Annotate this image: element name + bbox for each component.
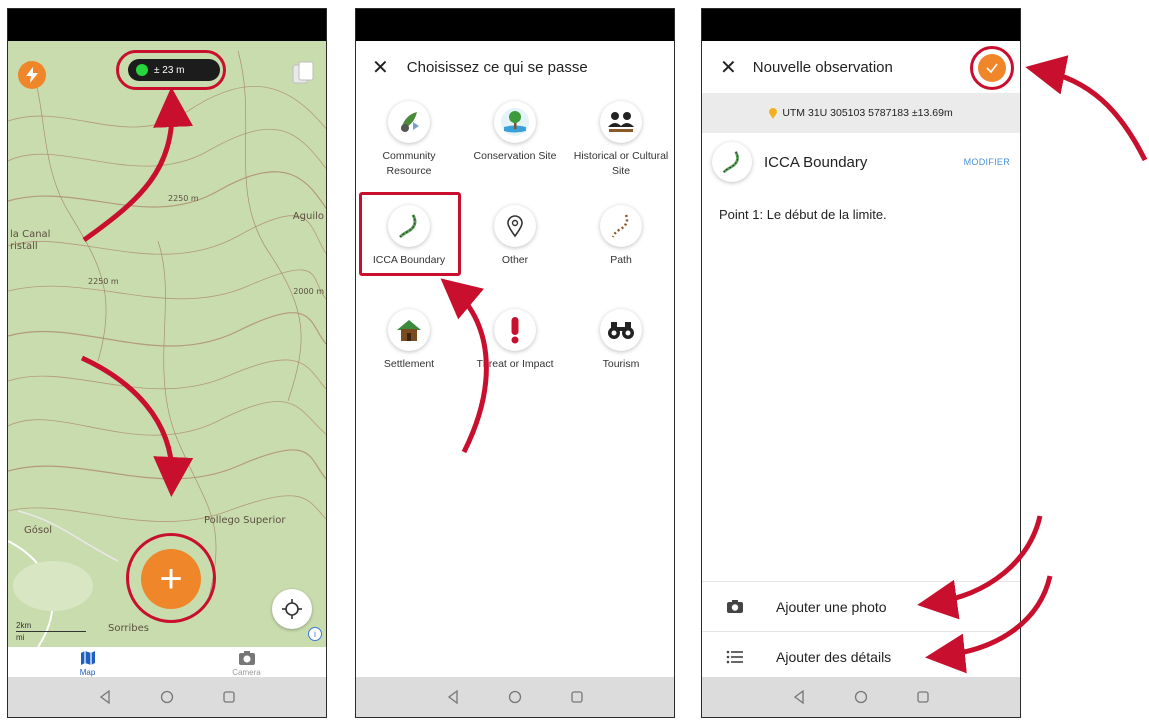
highlight-box-icca (359, 192, 461, 276)
category-label: Path (610, 254, 632, 266)
community-resource-icon (388, 101, 430, 143)
category-settlement[interactable]: Settlement (356, 305, 462, 409)
tutorial-stage: la Canal ristall Aguilo 2250 m 2250 m 20… (0, 0, 1149, 720)
tab-map[interactable]: Map (8, 647, 167, 679)
layers-icon (292, 61, 314, 84)
category-path[interactable]: Path (568, 201, 674, 305)
conservation-site-icon (494, 101, 536, 143)
picker-title: Choisissez ce qui se passe (406, 58, 588, 76)
status-bar (702, 9, 1020, 41)
category-other[interactable]: Other (462, 201, 568, 305)
status-bar (356, 9, 674, 41)
home-icon[interactable] (160, 690, 174, 704)
lightning-icon (26, 67, 38, 83)
system-nav-bar (356, 677, 674, 717)
map-label-contour: 2000 m (293, 287, 324, 296)
coordinates-bar: UTM 31U 305103 5787183 ±13.69m (702, 93, 1020, 133)
system-nav-bar (702, 677, 1020, 717)
picker-header: ✕ Choisissez ce qui se passe (356, 41, 674, 93)
add-details-button[interactable]: Ajouter des détails (702, 631, 1020, 681)
category-tourism[interactable]: Tourism (568, 305, 674, 409)
historical-site-icon (600, 101, 642, 143)
add-photo-button[interactable]: Ajouter une photo (702, 581, 1020, 631)
category-label: Settlement (383, 358, 435, 370)
map-view[interactable]: la Canal ristall Aguilo 2250 m 2250 m 20… (8, 41, 326, 647)
category-label: Other (501, 254, 529, 266)
add-details-label: Ajouter des détails (776, 648, 892, 665)
status-bar (8, 9, 326, 41)
observation-title: Nouvelle observation (752, 58, 893, 76)
exclamation-icon (494, 309, 536, 351)
selected-category-name: ICCA Boundary (764, 153, 868, 171)
camera-icon (727, 600, 743, 613)
back-icon[interactable] (98, 690, 112, 704)
scale-bar (16, 631, 86, 632)
category-label: Historical or Cultural Site (573, 150, 669, 177)
scale-mi-label: mi (16, 633, 25, 642)
info-icon[interactable]: i (308, 627, 322, 641)
phone-category-screen: ✕ Choisissez ce qui se passe Community R… (355, 8, 675, 718)
location-pin-icon (769, 107, 778, 119)
category-historical-cultural-site[interactable]: Historical or Cultural Site (568, 97, 674, 201)
category-label: Tourism (602, 358, 640, 370)
map-label-contour: 2250 m (168, 194, 199, 203)
map-label-aguilo: Aguilo (292, 211, 324, 222)
location-pin-icon (494, 205, 536, 247)
tab-map-label: Map (79, 667, 96, 677)
category-threat-impact[interactable]: Threat or Impact (462, 305, 568, 409)
recents-icon[interactable] (222, 690, 236, 704)
back-icon[interactable] (792, 690, 806, 704)
category-conservation-site[interactable]: Conservation Site (462, 97, 568, 201)
add-photo-label: Ajouter une photo (776, 598, 887, 615)
category-label: Community Resource (382, 150, 436, 177)
map-label-contour: 2250 m (88, 277, 119, 286)
highlight-ring-add (126, 533, 216, 623)
map-icon (80, 650, 95, 665)
layers-button[interactable] (290, 59, 316, 87)
category-community-resource[interactable]: Community Resource (356, 97, 462, 201)
camera-icon (238, 650, 255, 665)
settlement-icon (388, 309, 430, 351)
map-label-gosol: Gósol (24, 525, 52, 536)
phone-observation-screen: ✕ Nouvelle observation UTM 31U 305103 57… (701, 8, 1021, 718)
map-scale: 2km mi (16, 621, 86, 642)
tab-camera-label: Camera (232, 667, 261, 677)
path-icon (600, 205, 642, 247)
map-label-canal: la Canal (10, 229, 51, 240)
arrow-to-save (1025, 55, 1148, 162)
back-icon[interactable] (446, 690, 460, 704)
category-label: Conservation Site (473, 150, 557, 162)
map-label-sorribes: Sorribes (108, 623, 150, 634)
crosshair-icon (282, 599, 302, 619)
phone-map-screen: la Canal ristall Aguilo 2250 m 2250 m 20… (7, 8, 327, 718)
map-label-cristall: ristall (10, 241, 38, 252)
locate-me-button[interactable] (272, 589, 312, 629)
close-icon[interactable]: ✕ (720, 55, 737, 80)
observation-notes[interactable]: Point 1: Le début de la limite. (719, 207, 887, 222)
scale-km-label: 2km (16, 621, 32, 630)
modify-category-button[interactable]: MODIFIER (964, 157, 1010, 167)
map-label-pollego: Pollego Superior (204, 515, 286, 526)
bottom-tab-bar: Map Camera (8, 647, 326, 679)
icca-boundary-icon (712, 142, 752, 182)
system-nav-bar (8, 677, 326, 717)
binoculars-icon (600, 309, 642, 351)
list-icon (726, 650, 743, 663)
coordinates-text: UTM 31U 305103 5787183 ±13.69m (782, 107, 953, 119)
category-label: Threat or Impact (476, 358, 554, 370)
recents-icon[interactable] (916, 690, 930, 704)
selected-category-row: ICCA Boundary MODIFIER (712, 139, 1010, 185)
home-icon[interactable] (508, 690, 522, 704)
highlight-ring-gps (116, 50, 226, 90)
recents-icon[interactable] (570, 690, 584, 704)
home-icon[interactable] (854, 690, 868, 704)
highlight-ring-save (970, 46, 1014, 90)
flash-button[interactable] (18, 61, 46, 89)
tab-camera[interactable]: Camera (167, 647, 326, 679)
close-icon[interactable]: ✕ (372, 55, 389, 80)
